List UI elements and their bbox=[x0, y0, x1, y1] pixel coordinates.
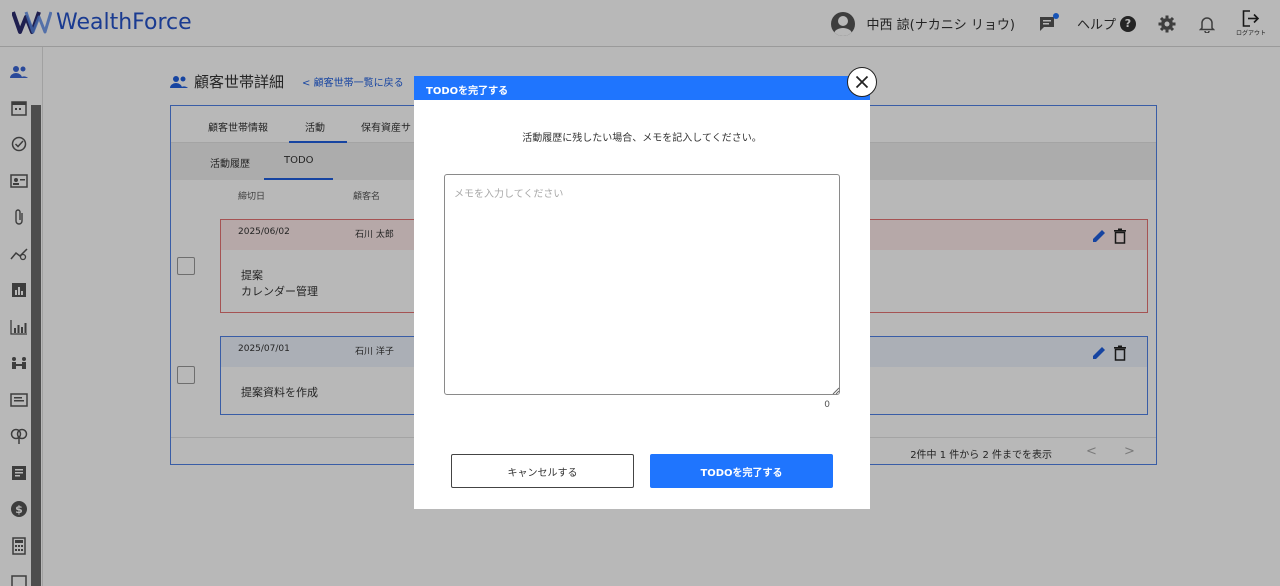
modal-header: TODOを完了する bbox=[414, 76, 870, 100]
modal-message: 活動履歴に残したい場合、メモを記入してください。 bbox=[522, 133, 762, 144]
char-count: 0 bbox=[824, 400, 830, 410]
complete-todo-modal: TODOを完了する 活動履歴に残したい場合、メモを記入してください。 0 キャン… bbox=[414, 76, 870, 509]
memo-input[interactable] bbox=[444, 174, 840, 395]
resize-handle-icon[interactable] bbox=[832, 387, 840, 395]
modal-title: TODOを完了する bbox=[426, 86, 509, 97]
cancel-button[interactable]: キャンセルする bbox=[451, 454, 634, 488]
complete-todo-button[interactable]: TODOを完了する bbox=[650, 454, 833, 488]
close-button[interactable] bbox=[847, 67, 877, 97]
close-icon bbox=[855, 75, 869, 89]
